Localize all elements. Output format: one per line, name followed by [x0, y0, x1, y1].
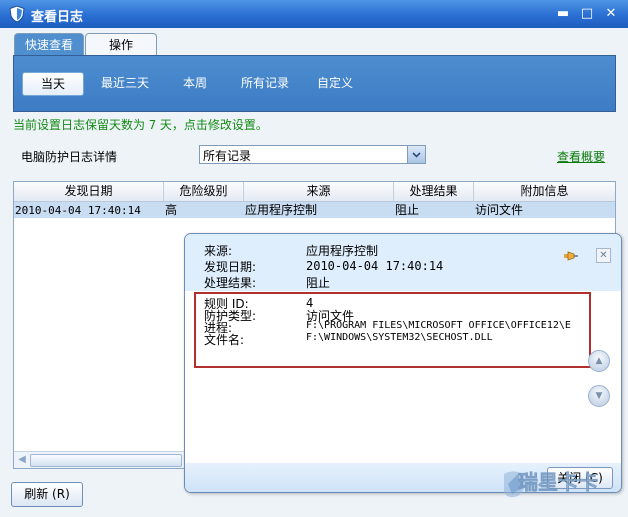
chevron-down-icon[interactable]	[407, 146, 425, 163]
notice-days: 7	[148, 118, 157, 132]
popup-date-value: 2010-04-04 17:40:14	[306, 259, 444, 273]
filter-panel: 当天 最近三天 本周 所有记录 自定义	[13, 55, 616, 112]
cell-date: 2010-04-04 17:40:14	[15, 204, 141, 217]
title-bar: 查看日志 ▬ □ ✕	[0, 0, 628, 28]
popup-date-key: 发现日期:	[204, 260, 257, 274]
notice-suffix: 天，点击修改设置。	[159, 118, 268, 132]
column-header-date[interactable]: 发现日期	[14, 182, 164, 201]
filter-this-week[interactable]: 本周	[172, 72, 218, 94]
close-window-button[interactable]: ✕	[602, 5, 620, 23]
log-detail-label: 电脑防护日志详情	[21, 150, 118, 164]
column-header-extra[interactable]: 附加信息	[474, 182, 615, 201]
notice-prefix: 当前设置日志保留天数为	[13, 118, 146, 132]
chevron-left-icon[interactable]: ◀	[16, 454, 28, 466]
chevron-down-icon[interactable]: ▼	[588, 385, 610, 407]
popup-result-value: 阻止	[306, 276, 331, 290]
close-icon[interactable]: ✕	[596, 248, 611, 263]
cell-extra: 访问文件	[475, 203, 524, 217]
retention-notice[interactable]: 当前设置日志保留天数为 7 天，点击修改设置。	[13, 116, 268, 133]
popup-process-value: F:\PROGRAM FILES\MICROSOFT OFFICE\OFFICE…	[306, 320, 571, 331]
cell-level: 高	[165, 203, 178, 217]
select-value: 所有记录	[203, 149, 252, 163]
cell-source: 应用程序控制	[245, 203, 318, 217]
column-header-result[interactable]: 处理结果	[394, 182, 474, 201]
minimize-button[interactable]: ▬	[554, 5, 572, 23]
filter-custom[interactable]: 自定义	[310, 72, 360, 94]
maximize-button[interactable]: □	[578, 5, 596, 23]
scrollbar-thumb[interactable]	[30, 454, 182, 467]
popup-result-key: 处理结果:	[204, 276, 257, 290]
shield-icon	[9, 5, 25, 23]
filter-last-three-days[interactable]: 最近三天	[94, 72, 156, 94]
pin-icon[interactable]	[563, 250, 579, 262]
window-title: 查看日志	[31, 10, 84, 25]
table-header: 发现日期 危险级别 来源 处理结果 附加信息	[14, 182, 615, 202]
svg-text:瑞星卡卡: 瑞星卡卡	[518, 470, 598, 494]
column-header-source[interactable]: 来源	[244, 182, 394, 201]
column-header-level[interactable]: 危险级别	[164, 182, 244, 201]
popup-header: 来源: 应用程序控制 发现日期: 2010-04-04 17:40:14 处理结…	[185, 234, 621, 291]
log-detail-popup: 来源: 应用程序控制 发现日期: 2010-04-04 17:40:14 处理结…	[184, 233, 622, 493]
tab-quick-view[interactable]: 快速查看	[14, 33, 84, 56]
watermark-logo: 瑞星卡卡	[504, 470, 598, 498]
cell-result: 阻止	[395, 203, 420, 217]
popup-filename-value: F:\WINDOWS\SYSTEM32\SECHOST.DLL	[306, 332, 493, 343]
chevron-up-icon[interactable]: ▲	[588, 350, 610, 372]
refresh-button[interactable]: 刷新 (R)	[11, 482, 83, 507]
tab-operations[interactable]: 操作	[85, 33, 157, 56]
popup-filename-key: 文件名:	[204, 333, 245, 347]
filter-all-records[interactable]: 所有记录	[234, 72, 296, 94]
filter-today[interactable]: 当天	[22, 72, 84, 96]
popup-source-value: 应用程序控制	[306, 244, 379, 258]
view-overview-link[interactable]: 查看概要	[557, 148, 605, 165]
popup-source-key: 来源:	[204, 244, 233, 258]
table-row[interactable]: 2010-04-04 17:40:14 高 应用程序控制 阻止 访问文件	[14, 202, 615, 218]
log-type-select[interactable]: 所有记录	[199, 145, 426, 164]
